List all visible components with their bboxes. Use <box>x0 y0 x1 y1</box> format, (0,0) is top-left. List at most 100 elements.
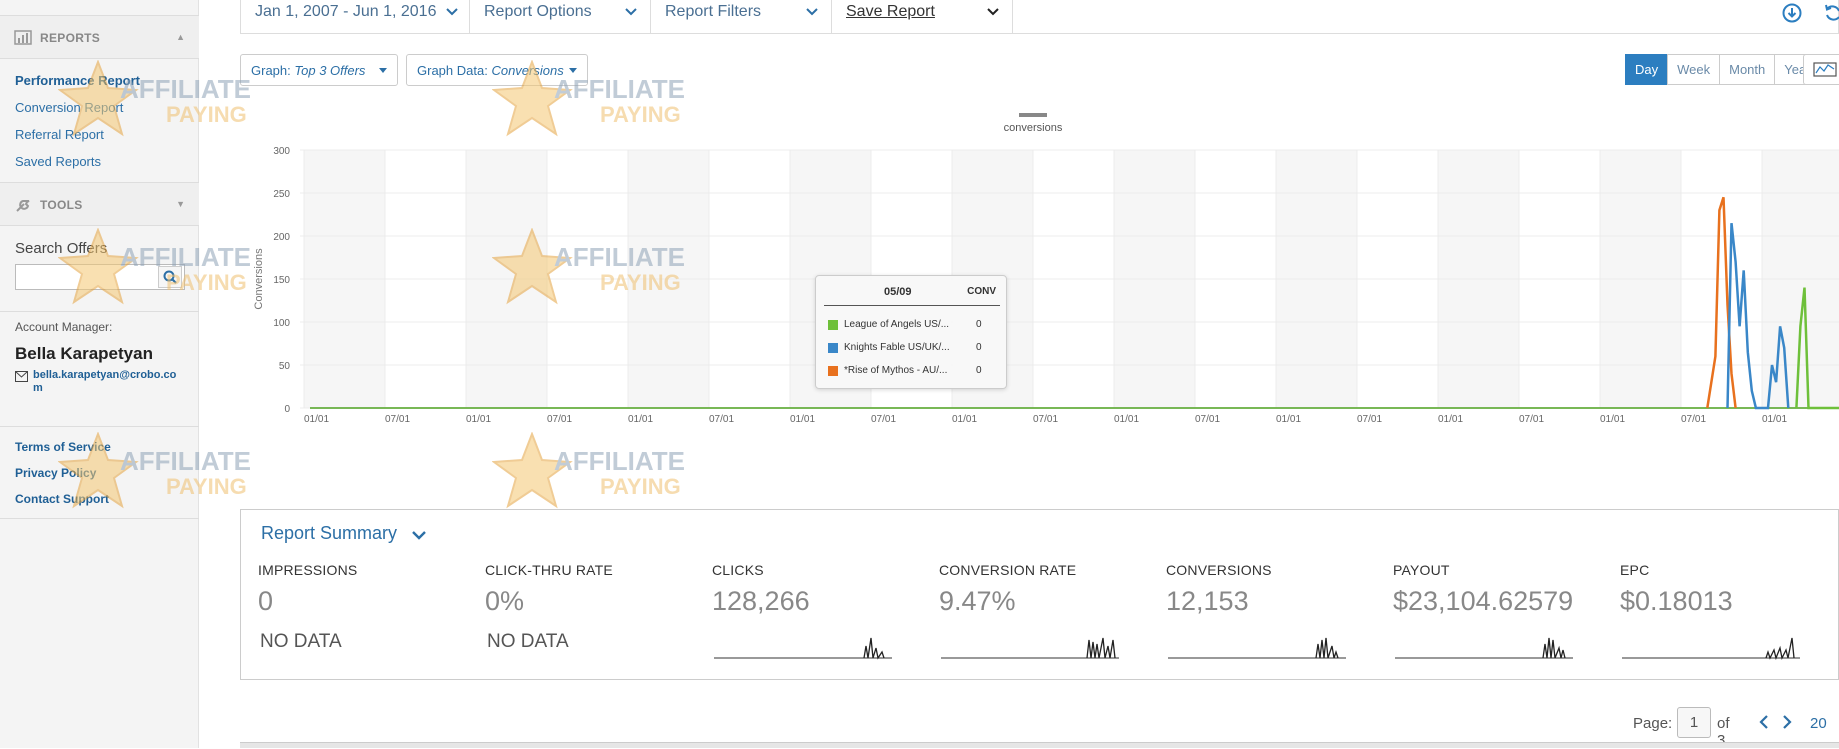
metric-label: IMPRESSIONS <box>258 562 358 578</box>
tooltip-series-name: Knights Fable US/UK/... <box>844 342 950 353</box>
sidebar-link-saved-reports[interactable]: Saved Reports <box>15 154 101 169</box>
caret-up-icon: ▲ <box>176 32 185 42</box>
tools-section-header[interactable]: TOOLS ▼ <box>0 182 199 226</box>
x-tick-label: 07/01 <box>1195 414 1220 425</box>
x-tick-label: 07/01 <box>385 414 410 425</box>
metric-no-data: NO DATA <box>260 631 342 652</box>
metric-no-data: NO DATA <box>487 631 569 652</box>
x-tick-label: 01/01 <box>1762 414 1787 425</box>
metric-payout: PAYOUT $23,104.62579 <box>1393 562 1608 659</box>
chart-tooltip: 05/09 CONV League of Angels US/... 0 Kni… <box>815 275 1007 389</box>
footer-link-privacy[interactable]: Privacy Policy <box>15 466 96 480</box>
date-range-dropdown[interactable]: Jan 1, 2007 - Jun 1, 2016 <box>241 0 470 33</box>
watermark-line2: PAYING <box>600 474 681 499</box>
report-summary-title[interactable]: Report Summary <box>261 523 397 544</box>
chart-icon <box>1813 62 1837 77</box>
series-swatch <box>828 366 838 376</box>
x-tick-label: 01/01 <box>790 414 815 425</box>
watermark-logo: AFFILIATE PAYING <box>492 432 685 509</box>
y-tick-label: 50 <box>279 361 291 372</box>
chevron-right-icon[interactable] <box>1780 714 1794 730</box>
chevron-down-icon <box>446 8 458 16</box>
graph-data-select[interactable]: Graph Data: Conversions <box>406 54 588 86</box>
metric-label: CONVERSION RATE <box>939 562 1077 578</box>
sparkline <box>1622 637 1800 660</box>
date-range-label: Jan 1, 2007 - Jun 1, 2016 <box>255 3 437 20</box>
account-manager-email[interactable]: bella.karapetyan@crobo.co <box>33 369 176 381</box>
report-options-dropdown[interactable]: Report Options <box>470 0 651 33</box>
chevron-down-icon[interactable] <box>411 528 427 542</box>
page-size-select[interactable]: 20 <box>1810 715 1827 732</box>
account-manager-email-wrap[interactable]: m <box>33 382 43 394</box>
period-day-button[interactable]: Day <box>1625 54 1669 85</box>
tooltip-row: *Rise of Mythos - AU/... 0 <box>828 364 1000 378</box>
x-tick-label: 01/01 <box>466 414 491 425</box>
x-tick-label: 01/01 <box>1438 414 1463 425</box>
x-tick-label: 07/01 <box>1519 414 1544 425</box>
tooltip-row: League of Angels US/... 0 <box>828 318 1000 332</box>
x-tick-label: 01/01 <box>1114 414 1139 425</box>
period-week-button[interactable]: Week <box>1667 54 1721 85</box>
metric-click-thru-rate: CLICK-THRU RATE 0% NO DATA <box>485 562 700 653</box>
footer-link-contact-support[interactable]: Contact Support <box>15 492 109 506</box>
tooltip-series-name: *Rise of Mythos - AU/... <box>844 365 948 376</box>
x-tick-label: 07/01 <box>547 414 572 425</box>
metric-value: 12,153 <box>1166 586 1249 616</box>
x-tick-label: 07/01 <box>1033 414 1058 425</box>
reports-section-header[interactable]: REPORTS ▲ <box>0 15 199 59</box>
metric-conversion-rate: CONVERSION RATE 9.47% <box>939 562 1154 659</box>
y-tick-label: 0 <box>284 404 290 415</box>
tooltip-series-name: League of Angels US/... <box>844 319 950 330</box>
x-tick-label: 07/01 <box>1681 414 1706 425</box>
graph-type-select[interactable]: Graph: Top 3 Offers <box>240 54 398 86</box>
y-axis-label: Conversions <box>253 248 265 310</box>
graph-data-label: Graph Data: <box>417 63 488 78</box>
period-toggle-group: Day Week Month Year <box>1625 54 1821 85</box>
report-filters-label: Report Filters <box>665 3 762 20</box>
y-tick-label: 200 <box>273 232 290 243</box>
sidebar-link-performance-report[interactable]: Performance Report <box>15 73 140 88</box>
download-icon[interactable] <box>1782 3 1802 23</box>
chevron-left-icon[interactable] <box>1757 714 1771 730</box>
chevron-down-icon <box>987 8 999 16</box>
x-tick-label: 07/01 <box>871 414 896 425</box>
footer-link-terms[interactable]: Terms of Service <box>15 440 111 454</box>
metric-label: CONVERSIONS <box>1166 562 1272 578</box>
caret-down-icon <box>379 68 387 73</box>
reports-section-label: REPORTS <box>40 31 101 45</box>
report-options-label: Report Options <box>484 3 592 20</box>
sidebar-link-referral-report[interactable]: Referral Report <box>15 127 104 142</box>
series-swatch <box>828 320 838 330</box>
report-summary-panel: Report Summary IMPRESSIONS 0 NO DATA CLI… <box>240 509 1839 680</box>
x-tick-label: 01/01 <box>952 414 977 425</box>
page-number-input[interactable]: 1 <box>1677 707 1711 738</box>
save-report-dropdown[interactable]: Save Report <box>832 0 1013 33</box>
legend-label: conversions <box>1004 122 1063 134</box>
chart-view-toggle[interactable] <box>1803 54 1839 85</box>
account-manager-label: Account Manager: <box>15 320 113 334</box>
period-month-button[interactable]: Month <box>1719 54 1776 85</box>
sidebar-link-conversion-report[interactable]: Conversion Report <box>15 100 123 115</box>
sidebar: REPORTS ▲ Performance Report Conversion … <box>0 0 199 748</box>
series-swatch <box>828 343 838 353</box>
tooltip-date: 05/09 <box>884 286 912 298</box>
graph-data-value: Conversions <box>491 63 564 78</box>
x-tick-label: 07/01 <box>709 414 734 425</box>
metric-value: $0.18013 <box>1620 586 1733 616</box>
tooltip-series-value: 0 <box>976 319 982 330</box>
legend-swatch <box>1019 113 1047 117</box>
report-filters-dropdown[interactable]: Report Filters <box>651 0 832 33</box>
account-manager-name: Bella Karapetyan <box>15 344 153 363</box>
graph-type-label: Graph: <box>251 63 291 78</box>
metric-value: 0% <box>485 586 525 616</box>
sparkline <box>941 637 1119 659</box>
report-toolbar: Jan 1, 2007 - Jun 1, 2016 Report Options… <box>240 0 1839 34</box>
tooltip-series-value: 0 <box>976 342 982 353</box>
y-tick-label: 150 <box>273 275 290 286</box>
envelope-icon <box>15 371 28 382</box>
metric-value: 9.47% <box>939 586 1016 616</box>
metric-value: 0 <box>258 586 274 616</box>
caret-down-icon <box>569 68 577 73</box>
search-button[interactable] <box>158 266 182 288</box>
refresh-icon[interactable] <box>1823 3 1839 23</box>
